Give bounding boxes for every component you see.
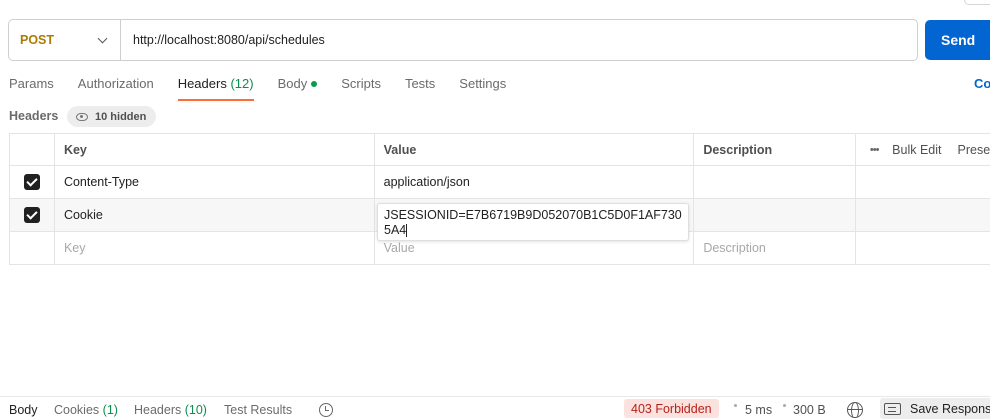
- column-header-description: Description: [694, 134, 857, 165]
- chevron-down-icon: [97, 33, 108, 43]
- description-cell[interactable]: [694, 166, 857, 198]
- row-checkbox-cell: [10, 166, 55, 198]
- table-header-row: Key Value Description ••• Bulk Edit Pres…: [10, 134, 990, 166]
- checkbox-icon[interactable]: [23, 207, 40, 223]
- description-cell[interactable]: [694, 199, 857, 231]
- tab-label: Headers: [177, 76, 227, 91]
- row-checkbox-cell: [10, 199, 55, 231]
- method-select[interactable]: POST: [9, 20, 121, 60]
- save-response-button[interactable]: Save Response: [880, 398, 990, 419]
- checkbox-icon[interactable]: [23, 174, 40, 190]
- tab-headers[interactable]: Headers (12): [177, 76, 254, 101]
- headers-table: Key Value Description ••• Bulk Edit Pres…: [9, 133, 990, 265]
- column-header-key: Key: [55, 134, 375, 165]
- key-placeholder[interactable]: Key: [55, 232, 375, 264]
- separator-dot: [783, 404, 786, 407]
- request-bar: POST http://localhost:8080/api/schedules: [8, 19, 918, 61]
- more-dots-icon[interactable]: •••: [856, 144, 892, 156]
- request-tabs: Params Authorization Headers (12) Body S…: [9, 76, 530, 101]
- globe-icon[interactable]: [847, 402, 863, 418]
- response-tab-headers[interactable]: Headers (10): [134, 403, 207, 417]
- cookies-link[interactable]: Co: [974, 76, 990, 91]
- response-tab-test-results[interactable]: Test Results: [224, 403, 292, 417]
- row-actions-cell: [856, 232, 990, 264]
- hidden-headers-toggle[interactable]: 10 hidden: [67, 106, 157, 127]
- tab-label: Test Results: [224, 403, 293, 417]
- tab-label: Headers: [134, 403, 182, 417]
- modified-dot-icon: [311, 80, 318, 87]
- status-badge[interactable]: 403 Forbidden: [624, 399, 719, 418]
- cookie-value-editor[interactable]: JSESSIONID=E7B6719B9D052070B1C5D0F1AF730…: [377, 203, 689, 241]
- history-icon[interactable]: [319, 403, 333, 417]
- tab-label: Settings: [459, 76, 507, 91]
- column-header-value: Value: [375, 134, 695, 165]
- header-checkbox-cell: [10, 134, 55, 165]
- tab-label: Scripts: [341, 76, 381, 91]
- cookie-value-text: JSESSIONID=E7B6719B9D052070B1C5D0F1AF730…: [384, 208, 682, 237]
- response-time[interactable]: 5 ms: [745, 403, 772, 417]
- response-tab-cookies[interactable]: Cookies (1): [54, 403, 118, 417]
- description-placeholder[interactable]: Description: [694, 232, 857, 264]
- tab-label: Authorization: [77, 76, 154, 91]
- row-checkbox-cell: [10, 232, 55, 264]
- url-input[interactable]: http://localhost:8080/api/schedules: [121, 33, 325, 47]
- response-tab-body[interactable]: Body: [9, 403, 38, 417]
- tab-scripts[interactable]: Scripts: [341, 76, 381, 100]
- save-response-label: Save Response: [910, 401, 990, 416]
- tab-params[interactable]: Params: [9, 76, 54, 100]
- response-footer: Body Cookies (1) Headers (10) Test Resul…: [0, 396, 990, 420]
- row-actions-cell: [856, 199, 990, 231]
- row-actions-cell: [856, 166, 990, 198]
- table-actions: ••• Bulk Edit Prese: [856, 134, 990, 165]
- tab-tests[interactable]: Tests: [405, 76, 435, 100]
- table-row: Content-Type application/json: [10, 166, 990, 199]
- tab-authorization[interactable]: Authorization: [78, 76, 154, 100]
- tab-label: Params: [9, 76, 54, 91]
- tab-label: Cookies: [54, 403, 100, 417]
- response-size[interactable]: 300 B: [793, 403, 826, 417]
- bulk-edit-button[interactable]: Bulk Edit: [892, 143, 941, 157]
- tab-label: Body: [9, 403, 38, 417]
- save-response-icon: [884, 402, 901, 415]
- key-cell[interactable]: Cookie: [55, 199, 375, 231]
- tab-settings[interactable]: Settings: [459, 76, 506, 100]
- presets-button[interactable]: Prese: [958, 143, 990, 157]
- headers-section-title: Headers: [9, 109, 59, 123]
- hidden-count-label: 10 hidden: [95, 110, 147, 123]
- tab-label: Tests: [404, 76, 436, 91]
- value-cell[interactable]: application/json: [375, 166, 695, 198]
- eye-icon: [76, 112, 88, 121]
- key-cell[interactable]: Content-Type: [55, 166, 375, 198]
- separator-dot: [734, 404, 737, 407]
- tab-count: (10): [184, 403, 207, 417]
- tab-label: Body: [277, 76, 308, 91]
- top-partial-button[interactable]: [964, 0, 990, 5]
- tab-count: (12): [230, 76, 254, 91]
- tab-count: (1): [102, 403, 118, 417]
- tab-body[interactable]: Body: [278, 76, 318, 100]
- text-cursor: [406, 224, 408, 238]
- send-button[interactable]: Send: [925, 20, 990, 60]
- method-label: POST: [20, 33, 55, 47]
